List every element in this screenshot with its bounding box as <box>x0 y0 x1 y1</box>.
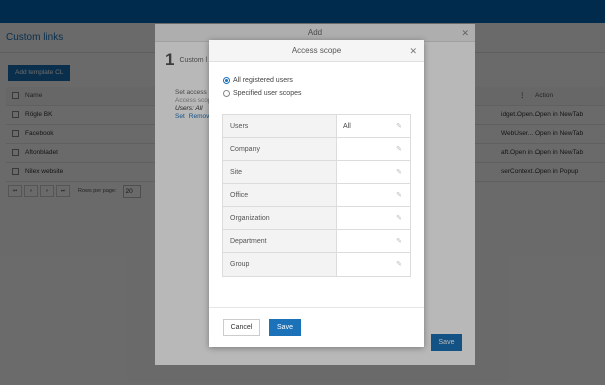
close-icon[interactable]: ✕ <box>409 40 417 62</box>
scope-row-label: Site <box>223 161 337 183</box>
scope-table: Users All ✎ Company ✎ Site ✎ Office ✎ Org… <box>222 114 411 277</box>
radio-label: Specified user scopes <box>233 90 302 97</box>
scope-row-label: Group <box>223 253 337 276</box>
scope-row-users: Users All ✎ <box>223 115 410 138</box>
scope-row-group: Group ✎ <box>223 253 410 276</box>
scope-row-value[interactable]: All ✎ <box>337 115 410 137</box>
scope-row-site: Site ✎ <box>223 161 410 184</box>
scope-row-organization: Organization ✎ <box>223 207 410 230</box>
edit-pencil-icon[interactable]: ✎ <box>396 253 402 276</box>
scope-row-value[interactable]: ✎ <box>337 230 410 252</box>
scope-row-label: Office <box>223 184 337 206</box>
scope-row-label: Users <box>223 115 337 137</box>
scope-row-value[interactable]: ✎ <box>337 138 410 160</box>
cancel-button[interactable]: Cancel <box>223 319 260 336</box>
scope-row-label: Department <box>223 230 337 252</box>
edit-pencil-icon[interactable]: ✎ <box>396 230 402 253</box>
radio-specified-user-scopes[interactable]: Specified user scopes <box>223 90 301 97</box>
scope-row-office: Office ✎ <box>223 184 410 207</box>
edit-pencil-icon[interactable]: ✎ <box>396 184 402 207</box>
edit-pencil-icon[interactable]: ✎ <box>396 207 402 230</box>
scope-row-company: Company ✎ <box>223 138 410 161</box>
scope-row-label: Organization <box>223 207 337 229</box>
scope-value-text: All <box>343 123 351 130</box>
edit-pencil-icon[interactable]: ✎ <box>396 115 402 138</box>
radio-label: All registered users <box>233 77 293 84</box>
access-scope-footer: Cancel Save <box>209 307 424 347</box>
radio-all-registered-users[interactable]: All registered users <box>223 77 293 84</box>
access-scope-header: Access scope ✕ <box>209 40 424 62</box>
access-scope-title: Access scope <box>291 46 342 55</box>
radio-button[interactable] <box>223 90 230 97</box>
scope-row-department: Department ✎ <box>223 230 410 253</box>
scope-row-label: Company <box>223 138 337 160</box>
edit-pencil-icon[interactable]: ✎ <box>396 138 402 161</box>
scope-row-value[interactable]: ✎ <box>337 207 410 229</box>
scope-row-value[interactable]: ✎ <box>337 253 410 276</box>
scope-row-value[interactable]: ✎ <box>337 184 410 206</box>
save-button[interactable]: Save <box>269 319 301 336</box>
radio-button-checked[interactable] <box>223 77 230 84</box>
access-scope-dialog: Access scope ✕ All registered users Spec… <box>209 40 424 347</box>
edit-pencil-icon[interactable]: ✎ <box>396 161 402 184</box>
scope-row-value[interactable]: ✎ <box>337 161 410 183</box>
